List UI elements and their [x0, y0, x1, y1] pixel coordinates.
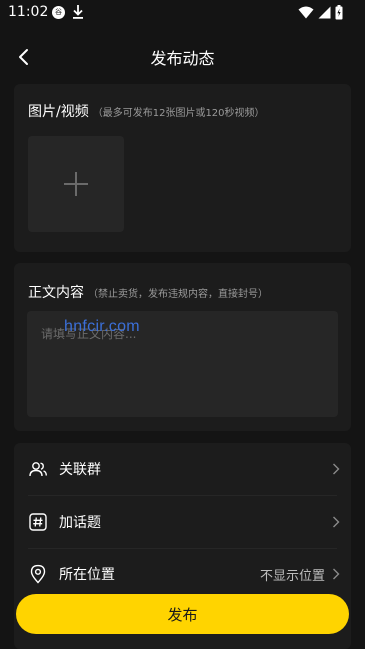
status-time: 11:02 [8, 4, 49, 20]
option-link-group[interactable]: 关联群 [14, 443, 351, 495]
media-title-text: 图片/视频 [28, 104, 89, 120]
group-users-icon [29, 462, 47, 477]
signal-icon [318, 6, 331, 19]
add-media-button[interactable] [28, 136, 124, 232]
option-add-topic[interactable]: 加话题 [14, 496, 351, 548]
media-section-title: 图片/视频 （最多可发布12张图片或120秒视频） [28, 101, 265, 121]
media-limit-note: （最多可发布12张图片或120秒视频） [92, 108, 265, 119]
download-icon [73, 5, 83, 19]
content-section: 正文内容 （禁止卖货，发布违规内容，直接封号） hnfcir.com [14, 263, 351, 431]
chevron-right-icon [333, 516, 340, 528]
watermark-text: hnfcir.com [64, 318, 140, 335]
option-label: 所在位置 [59, 567, 115, 583]
location-pin-icon [30, 564, 46, 584]
content-title-text: 正文内容 [28, 285, 84, 301]
option-label: 加话题 [59, 515, 101, 531]
option-location[interactable]: 所在位置 不显示位置 [14, 548, 351, 600]
status-bar: 11:02 谷 [0, 0, 365, 26]
media-section: 图片/视频 （最多可发布12张图片或120秒视频） [14, 84, 351, 252]
hashtag-icon [29, 513, 47, 531]
page-title: 发布动态 [150, 49, 215, 68]
option-value: 不显示位置 [259, 569, 325, 584]
content-rule-note: （禁止卖货，发布违规内容，直接封号） [88, 289, 268, 300]
status-icons [298, 5, 343, 20]
publish-button[interactable]: 发布 [16, 594, 349, 634]
notification-badge: 谷 [52, 6, 65, 19]
chevron-right-icon [333, 463, 340, 475]
battery-icon [335, 5, 343, 20]
content-section-title: 正文内容 （禁止卖货，发布违规内容，直接封号） [28, 282, 268, 302]
nav-bar: 发布动态 [0, 38, 365, 74]
option-label: 关联群 [59, 462, 101, 478]
wifi-icon [298, 6, 314, 19]
chevron-right-icon [333, 568, 340, 580]
